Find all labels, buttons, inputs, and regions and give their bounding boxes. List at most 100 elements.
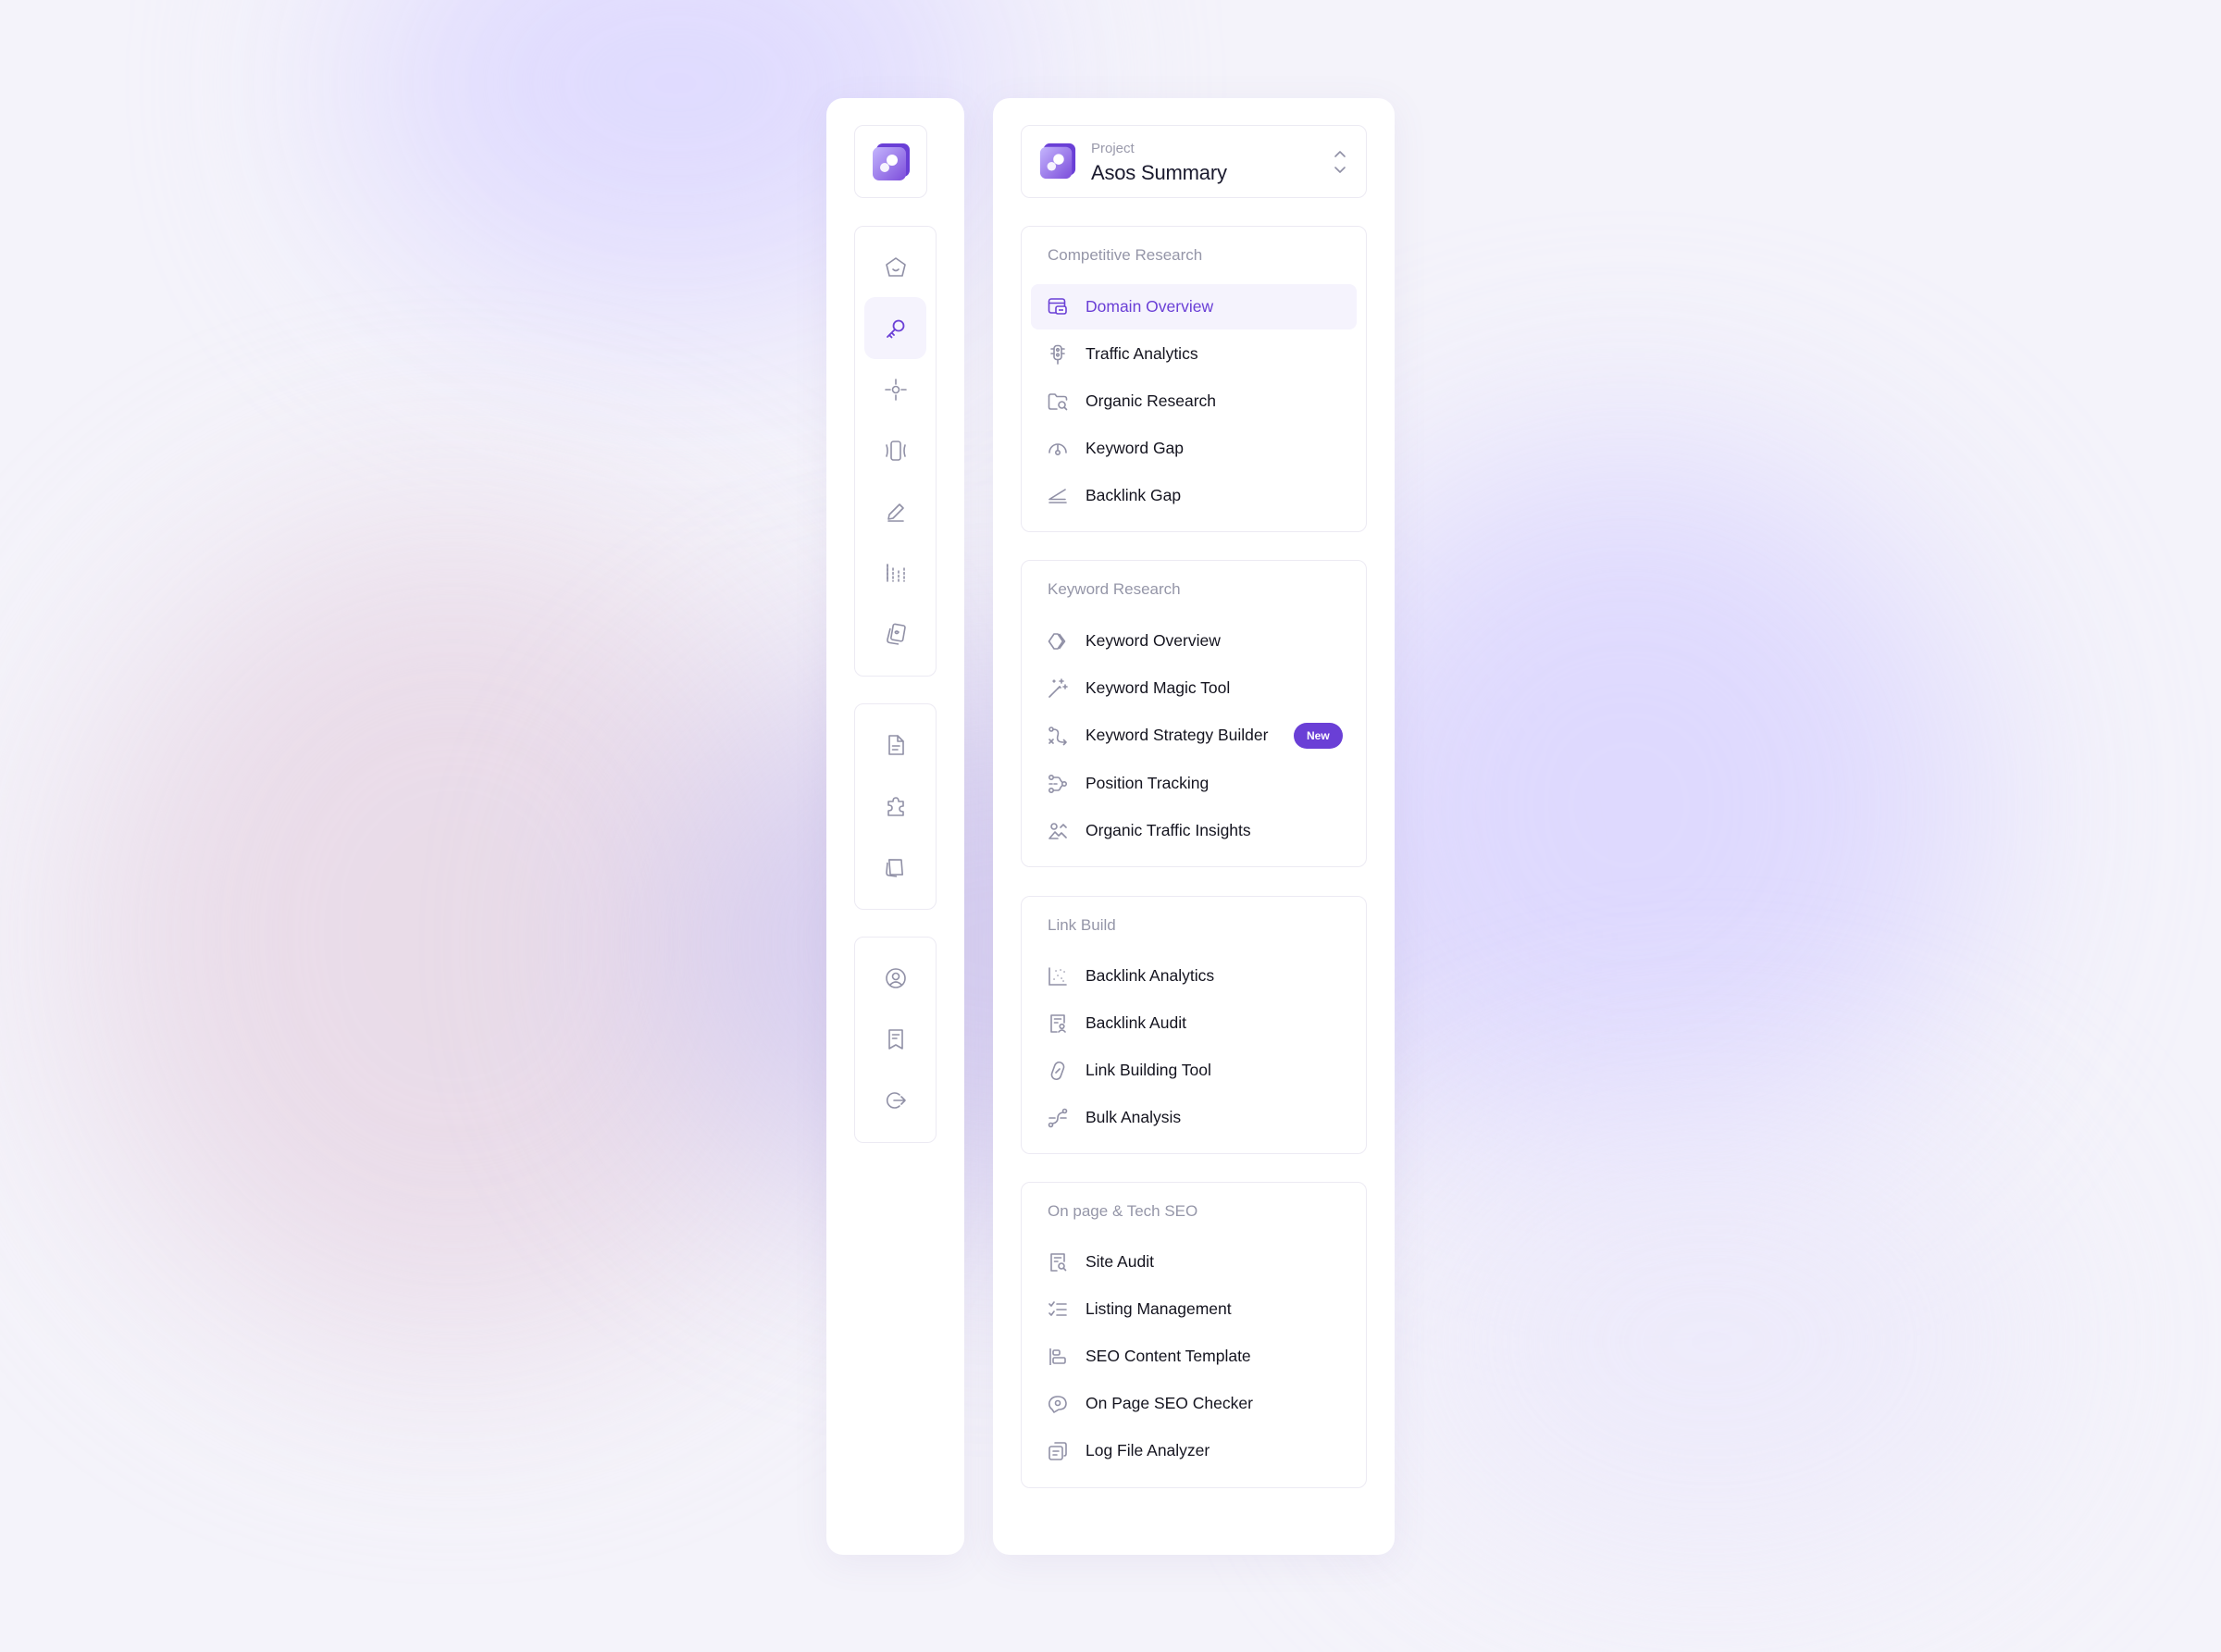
file-search-icon [1047, 1251, 1069, 1273]
rail-group-tools [854, 226, 937, 677]
home-icon [884, 255, 908, 279]
notes-icon [884, 855, 908, 879]
nav-item-site-audit[interactable]: Site Audit [1031, 1239, 1357, 1285]
nav-item-keyword-strategy-builder[interactable]: Keyword Strategy Builder New [1031, 713, 1357, 758]
project-logo [1038, 142, 1077, 180]
checklist-icon [1047, 1298, 1069, 1321]
rail-pencil-button[interactable] [864, 480, 926, 542]
rail-profile-button[interactable] [864, 947, 926, 1009]
nav-item-keyword-gap[interactable]: Keyword Gap [1031, 426, 1357, 471]
target-icon [884, 378, 908, 402]
project-selector[interactable]: Project Asos Summary [1021, 125, 1367, 198]
rail-key-button[interactable] [864, 297, 926, 359]
rail-notes-button[interactable] [864, 836, 926, 898]
angle-icon [1047, 485, 1069, 507]
receipt-icon [884, 1027, 908, 1051]
project-name: Asos Summary [1091, 161, 1227, 184]
rail-puzzle-button[interactable] [864, 775, 926, 837]
app-logo[interactable] [854, 125, 927, 198]
nav-item-log-file-analyzer[interactable]: Log File Analyzer [1031, 1428, 1357, 1473]
nav-item-label: Bulk Analysis [1086, 1108, 1182, 1126]
section-title: Link Build [1048, 916, 1116, 934]
rail-target-button[interactable] [864, 358, 926, 420]
rail-bars-button[interactable] [864, 541, 926, 603]
chevron-updown-icon [1333, 148, 1347, 176]
nav-item-position-tracking[interactable]: Position Tracking [1031, 761, 1357, 806]
scatter-icon [1047, 965, 1069, 987]
puzzle-icon [884, 794, 908, 818]
navigation-panel: Project Asos Summary Competitive Researc… [993, 98, 1395, 1555]
nav-item-label: Keyword Strategy Builder [1086, 726, 1269, 744]
rail-home-button[interactable] [864, 236, 926, 298]
nav-item-domain-overview[interactable]: Domain Overview [1031, 284, 1357, 329]
nav-item-label: Traffic Analytics [1086, 344, 1198, 363]
section-link-build: Link Build Backlink Analytics Backlink A… [1021, 896, 1367, 1154]
nav-item-label: Organic Traffic Insights [1086, 821, 1251, 839]
user-circle-icon [884, 966, 908, 990]
nav-item-label: Log File Analyzer [1086, 1441, 1210, 1459]
nav-item-label: Backlink Analytics [1086, 966, 1215, 985]
nav-item-link-building-tool[interactable]: Link Building Tool [1031, 1048, 1357, 1093]
folder-search-icon [1047, 391, 1069, 413]
image-chart-icon [1047, 820, 1069, 842]
diamond-icon [1047, 630, 1069, 652]
rail-vibration-button[interactable] [864, 419, 926, 481]
section-competitive-research: Competitive Research Domain Overview Tra… [1021, 226, 1367, 532]
nav-item-label: Backlink Gap [1086, 486, 1182, 504]
nav-item-label: SEO Content Template [1086, 1347, 1251, 1365]
gauge-icon [1047, 438, 1069, 460]
nav-item-listing-management[interactable]: Listing Management [1031, 1286, 1357, 1332]
section-title: Competitive Research [1048, 246, 1203, 264]
nav-item-label: Keyword Magic Tool [1086, 678, 1231, 697]
cards-icon [884, 622, 908, 646]
rail-group-content [854, 703, 937, 910]
new-badge: New [1294, 723, 1343, 749]
nav-item-label: Domain Overview [1086, 297, 1214, 316]
project-label: Project [1091, 141, 1135, 156]
rail-document-button[interactable] [864, 714, 926, 776]
curve-icon [1047, 1107, 1069, 1129]
files-icon [1047, 1440, 1069, 1462]
file-user-icon [1047, 1012, 1069, 1035]
nav-item-label: Organic Research [1086, 391, 1217, 410]
key-icon [884, 317, 908, 341]
nav-item-label: Keyword Gap [1086, 439, 1185, 457]
vibration-icon [883, 439, 909, 463]
link-icon [1047, 1060, 1069, 1082]
nav-item-label: Position Tracking [1086, 774, 1210, 792]
route-icon [1047, 725, 1069, 747]
document-icon [884, 733, 908, 757]
rail-receipt-button[interactable] [864, 1008, 926, 1070]
chat-icon [1047, 1393, 1069, 1415]
nav-item-bulk-analysis[interactable]: Bulk Analysis [1031, 1095, 1357, 1140]
nav-item-label: On Page SEO Checker [1086, 1394, 1253, 1412]
nav-item-label: Site Audit [1086, 1252, 1154, 1271]
nav-item-backlink-gap[interactable]: Backlink Gap [1031, 473, 1357, 518]
traffic-light-icon [1047, 343, 1069, 366]
nav-item-on-page-seo-checker[interactable]: On Page SEO Checker [1031, 1381, 1357, 1426]
nav-item-organic-research[interactable]: Organic Research [1031, 379, 1357, 424]
rail-group-account [854, 937, 937, 1143]
section-on-page-tech-seo: On page & Tech SEO Site Audit Listing Ma… [1021, 1182, 1367, 1488]
bars-icon [884, 561, 908, 585]
icon-rail [826, 98, 964, 1555]
pencil-icon [884, 500, 908, 524]
nav-item-seo-content-template[interactable]: SEO Content Template [1031, 1334, 1357, 1379]
nav-item-traffic-analytics[interactable]: Traffic Analytics [1031, 331, 1357, 377]
nav-item-label: Backlink Audit [1086, 1013, 1186, 1032]
nav-item-keyword-magic-tool[interactable]: Keyword Magic Tool [1031, 665, 1357, 711]
magic-wand-icon [1047, 677, 1069, 700]
nav-item-organic-traffic-insights[interactable]: Organic Traffic Insights [1031, 808, 1357, 853]
nav-item-label: Link Building Tool [1086, 1061, 1211, 1079]
browser-icon [1047, 296, 1069, 318]
section-title: On page & Tech SEO [1048, 1202, 1198, 1220]
nav-item-label: Keyword Overview [1086, 631, 1221, 650]
nav-item-backlink-analytics[interactable]: Backlink Analytics [1031, 953, 1357, 999]
logout-icon [884, 1088, 908, 1112]
rail-logout-button[interactable] [864, 1069, 926, 1131]
nav-item-keyword-overview[interactable]: Keyword Overview [1031, 618, 1357, 664]
align-left-icon [1047, 1346, 1069, 1368]
nav-item-backlink-audit[interactable]: Backlink Audit [1031, 1000, 1357, 1046]
section-title: Keyword Research [1048, 580, 1181, 598]
rail-cards-button[interactable] [864, 602, 926, 665]
